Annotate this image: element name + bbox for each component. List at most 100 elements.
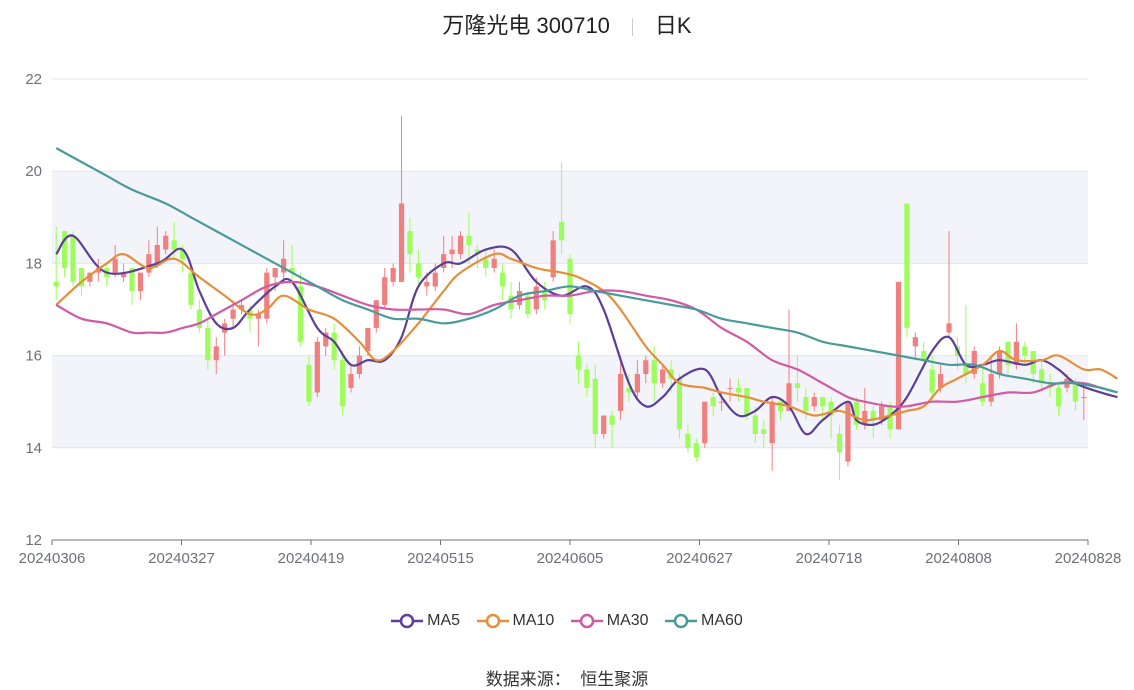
candle-body <box>491 258 497 269</box>
candle-body <box>500 272 506 287</box>
ma10-legend-icon <box>476 613 509 629</box>
x-tick-label: 20240327 <box>148 550 215 567</box>
x-tick-label: 20240627 <box>666 550 733 567</box>
candle-body <box>112 258 118 273</box>
candle-body <box>483 258 489 269</box>
candle-body <box>154 244 160 264</box>
ma5-legend-icon <box>391 613 424 629</box>
x-tick-label: 20240419 <box>278 550 345 567</box>
candle-body <box>676 378 683 430</box>
candle-body <box>365 327 371 351</box>
candle-body <box>752 415 758 434</box>
y-tick-label: 18 <box>25 255 42 272</box>
x-tick-label: 20240605 <box>537 550 604 567</box>
candle-body <box>718 401 725 403</box>
candle-body <box>912 337 918 347</box>
candle-body <box>946 323 952 333</box>
candle-body <box>558 221 565 241</box>
x-tick-label: 20240515 <box>407 550 474 567</box>
candle-body <box>382 277 388 305</box>
candle-body <box>820 397 826 407</box>
y-tick-label: 22 <box>25 71 42 88</box>
candle-body <box>634 374 640 393</box>
x-tick-label: 20240306 <box>19 550 86 567</box>
legend-item-ma5[interactable]: MA5 <box>391 612 460 630</box>
candle-body <box>811 397 817 407</box>
candle-body <box>592 378 598 434</box>
candle-body <box>348 374 354 388</box>
candle-body <box>862 410 868 425</box>
x-tick-label: 20240828 <box>1055 550 1122 567</box>
candlestick-chart: 12 14 16 18 20 22 20240306 20240327 20240419 2024… <box>19 71 1122 567</box>
candle-body <box>643 360 649 375</box>
legend-item-ma10[interactable]: MA10 <box>476 612 555 630</box>
candle-body <box>407 231 413 255</box>
candle-body <box>1081 397 1087 399</box>
candle-body <box>693 443 699 458</box>
candle-body <box>1072 383 1078 402</box>
candle-body <box>449 249 455 255</box>
candle-body <box>929 369 935 393</box>
candle-body <box>314 341 320 393</box>
candle-body <box>390 268 396 282</box>
candle-body <box>163 235 169 250</box>
candle-body <box>516 291 523 305</box>
source-label: 数据来源： <box>485 670 571 689</box>
ma30-legend-icon <box>570 613 603 629</box>
candle-body <box>466 235 472 245</box>
candle-body <box>685 433 691 448</box>
x-tick-label: 20240808 <box>925 550 992 567</box>
candle-body <box>70 235 76 282</box>
candle-body <box>996 350 1003 375</box>
candle-body <box>904 203 910 328</box>
candle-body <box>137 272 144 292</box>
legend: MA5 MA10 MA30 MA60 <box>0 612 1134 630</box>
candle-body <box>735 387 742 393</box>
candle-body <box>769 401 775 444</box>
candle-body <box>710 397 716 407</box>
candle-body <box>744 387 750 416</box>
candle-body <box>146 254 152 273</box>
candle-body <box>424 281 430 287</box>
candle-body <box>584 369 590 388</box>
candle-body <box>415 263 422 278</box>
candle-body <box>836 433 843 453</box>
legend-label: MA5 <box>427 612 461 629</box>
candle-body <box>457 235 464 255</box>
candle-body <box>272 268 278 278</box>
y-tick-label: 16 <box>25 348 42 365</box>
candle-body <box>609 415 615 425</box>
candle-body <box>53 281 59 287</box>
candle-body <box>432 272 438 287</box>
candle-body <box>213 346 219 361</box>
candle-body <box>702 401 708 444</box>
candle-body <box>1022 346 1028 356</box>
ma60-legend-icon <box>665 613 698 629</box>
legend-label: MA10 <box>512 612 555 629</box>
legend-item-ma30[interactable]: MA30 <box>570 612 649 630</box>
data-source: 数据来源： 恒生聚源 <box>0 665 1134 690</box>
candle-body <box>794 383 801 388</box>
y-tick-label: 14 <box>25 440 42 457</box>
y-tick-label: 20 <box>25 163 42 180</box>
candle-body <box>281 258 287 273</box>
y-tick-label: 12 <box>25 532 42 549</box>
legend-label: MA60 <box>701 612 743 629</box>
candle-body <box>171 240 177 250</box>
candle-body <box>601 415 607 434</box>
candle-body <box>761 429 767 434</box>
candle-body <box>230 309 236 319</box>
candle-body <box>727 387 733 389</box>
candle-body <box>398 203 405 282</box>
candle-body <box>575 355 582 370</box>
legend-label: MA30 <box>606 612 649 629</box>
grid-band <box>52 171 1088 264</box>
candle-body <box>331 332 337 361</box>
legend-item-ma60[interactable]: MA60 <box>665 612 743 630</box>
candle-body <box>980 383 986 402</box>
candle-body <box>339 360 346 407</box>
candle-body <box>188 272 194 305</box>
candle-body <box>651 360 657 384</box>
candle-body <box>845 401 851 462</box>
candle-body <box>660 369 666 384</box>
